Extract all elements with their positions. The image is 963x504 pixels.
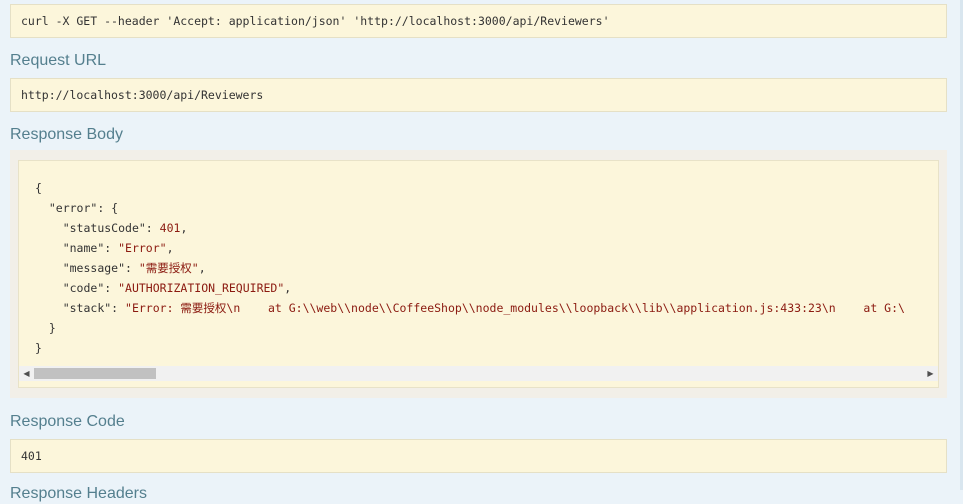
request-url-value: http://localhost:3000/api/Reviewers [21, 88, 264, 102]
horizontal-scrollbar[interactable]: ◀ ▶ [19, 366, 938, 381]
response-body-box[interactable]: { "error": { "statusCode": 401, "name": … [18, 160, 939, 388]
response-code-box: 401 [10, 439, 947, 473]
response-code-value: 401 [21, 449, 42, 463]
curl-command-text: curl -X GET --header 'Accept: applicatio… [21, 14, 610, 28]
json-line: "message": "需要授权", [62, 261, 206, 275]
json-line: } [48, 321, 56, 335]
json-line: "statusCode": 401, [62, 221, 188, 235]
error-message-value: "需要授权" [138, 261, 199, 275]
json-line: "error": { [48, 201, 119, 215]
request-url-box: http://localhost:3000/api/Reviewers [10, 78, 947, 112]
json-line: "code": "AUTHORIZATION_REQUIRED", [62, 281, 292, 295]
response-body-heading: Response Body [10, 126, 123, 143]
scroll-left-icon[interactable]: ◀ [19, 366, 34, 381]
scroll-right-icon[interactable]: ▶ [923, 366, 938, 381]
error-code-value: "AUTHORIZATION_REQUIRED" [118, 281, 285, 295]
json-line: { [35, 181, 42, 195]
scrollbar-thumb[interactable] [34, 368, 156, 379]
curl-command: curl -X GET --header 'Accept: applicatio… [10, 4, 947, 38]
response-body-json: { "error": { "statusCode": 401, "name": … [35, 178, 905, 358]
response-headers-heading: Response Headers [10, 485, 147, 502]
response-code-heading: Response Code [10, 413, 125, 430]
json-line: "stack": "Error: 需要授权\n at G:\\web\\node… [62, 301, 905, 315]
json-line: "name": "Error", [62, 241, 174, 255]
request-url-heading: Request URL [10, 52, 107, 69]
error-name-value: "Error" [118, 241, 167, 255]
error-stack-value: "Error: 需要授权\n at G:\\web\\node\\CoffeeS… [125, 301, 905, 315]
json-line: } [35, 341, 42, 355]
response-body-container: { "error": { "statusCode": 401, "name": … [10, 150, 947, 398]
status-code-value: 401 [159, 221, 181, 235]
